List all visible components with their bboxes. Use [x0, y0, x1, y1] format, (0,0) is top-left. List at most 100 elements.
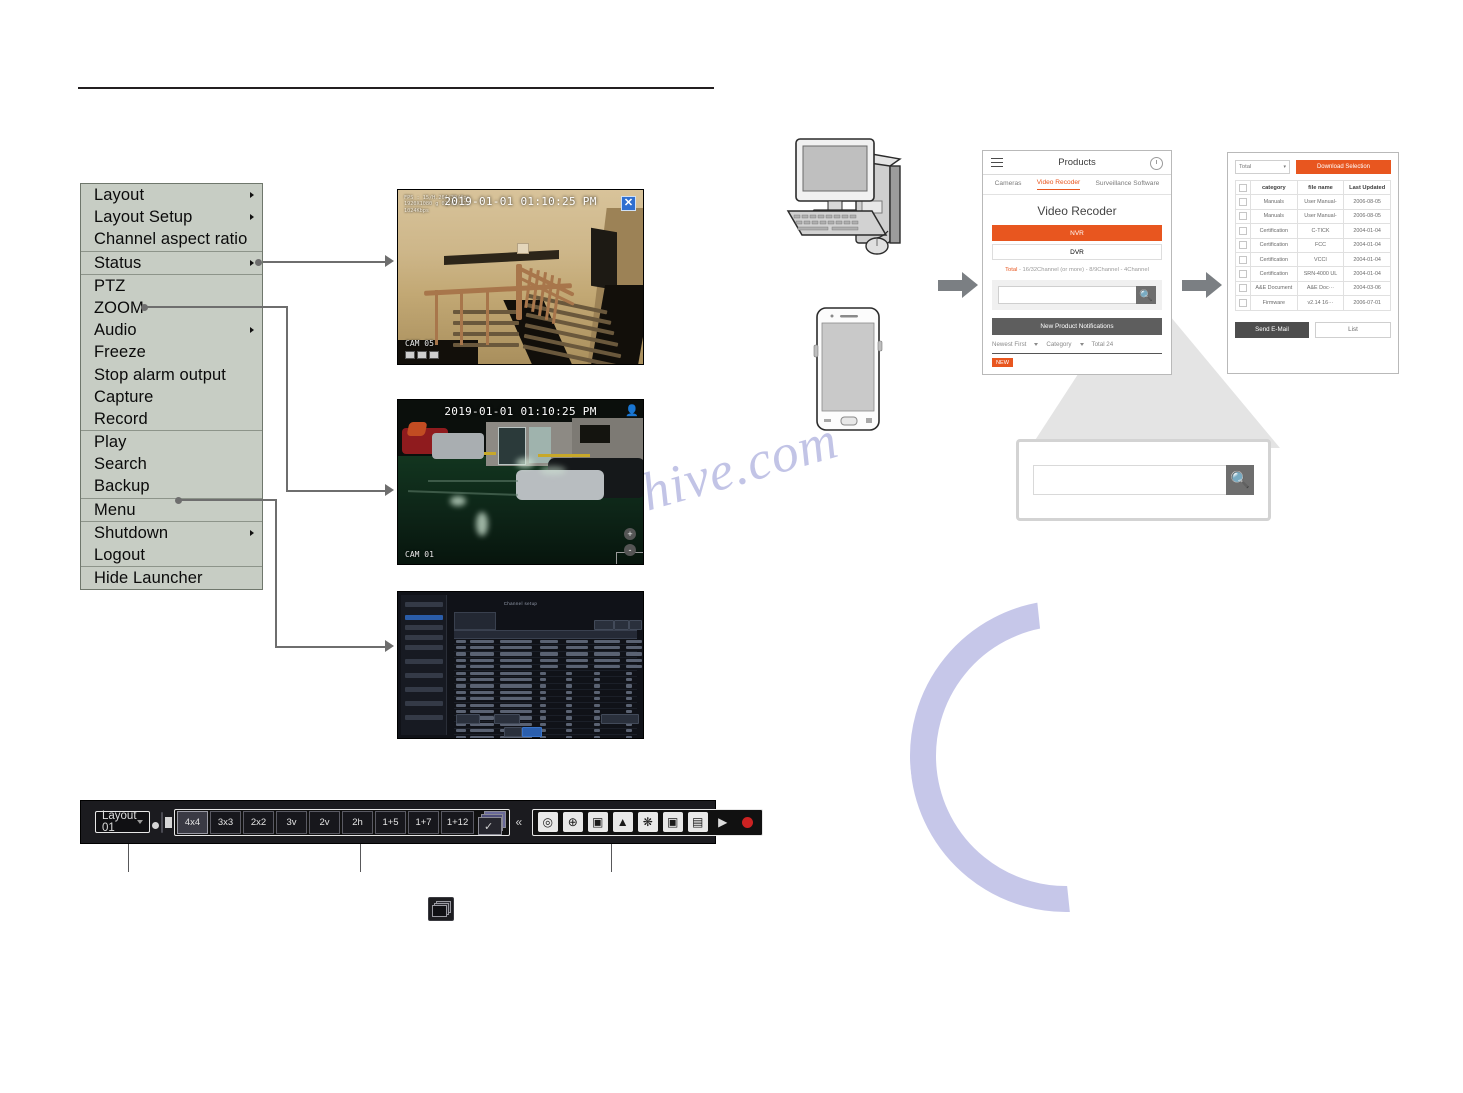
- context-menu-item-search[interactable]: Search: [81, 453, 262, 475]
- context-menu-item-capture[interactable]: Capture: [81, 386, 262, 408]
- web-page-tabs[interactable]: Cameras Video Recoder Surveillance Softwar…: [983, 175, 1171, 195]
- split-button-1plus12[interactable]: 1+12: [441, 810, 475, 834]
- web-tab-video-recoder[interactable]: Video Recoder: [1036, 179, 1081, 190]
- zoom-out-button[interactable]: -: [624, 544, 636, 556]
- context-menu-item-shutdown[interactable]: Shutdown: [81, 520, 262, 544]
- setup-ok-button[interactable]: [522, 727, 542, 737]
- split-button-4x4[interactable]: 4x4: [177, 810, 209, 834]
- filter-options[interactable]: - 16/32Channel (or more) - 8/9Channel - …: [1019, 267, 1149, 273]
- row-checkbox-cell[interactable]: [1235, 237, 1251, 253]
- layout-select[interactable]: Layout 01: [95, 810, 150, 834]
- sort-category[interactable]: Category: [1046, 341, 1071, 348]
- row-checkbox[interactable]: [1239, 270, 1247, 279]
- sort-newest[interactable]: Newest First: [992, 341, 1026, 348]
- zoom-icon[interactable]: ⊕: [562, 812, 583, 832]
- context-menu-item-zoom[interactable]: ZOOM: [81, 297, 262, 319]
- layout-setup-icon[interactable]: [152, 811, 172, 833]
- split-button-2x2[interactable]: 2x2: [243, 810, 275, 834]
- table-row[interactable]: Firmware v2.14 16··· 2006-07-01: [1235, 295, 1391, 311]
- download-selection-button[interactable]: Download Selection: [1296, 160, 1391, 174]
- product-web-page[interactable]: Products Cameras Video Recoder Surveillanc…: [982, 150, 1172, 375]
- table-row[interactable]: Certification C-TICK 2004-01-04: [1235, 223, 1391, 239]
- table-row[interactable]: A&E Document A&E Doc··· 2004-03-06: [1235, 280, 1391, 297]
- search-icon[interactable]: 🔍: [1226, 465, 1254, 495]
- split-button-2h[interactable]: 2h: [342, 810, 374, 834]
- row-checkbox[interactable]: [1239, 226, 1247, 235]
- select-all-checkbox[interactable]: [1239, 183, 1247, 192]
- sort-controls[interactable]: Newest First Category Total 24: [992, 341, 1162, 348]
- history-clock-icon[interactable]: [1150, 157, 1163, 170]
- context-menu-item-layout[interactable]: Layout: [81, 184, 262, 206]
- web-tab-surveillance-software[interactable]: Surveillance Software: [1096, 180, 1160, 190]
- split-button-1plus5[interactable]: 1+5: [375, 810, 407, 834]
- row-checkbox-cell[interactable]: [1235, 266, 1251, 282]
- context-menu-item-ptz[interactable]: PTZ: [81, 273, 262, 297]
- split-button-1plus7[interactable]: 1+7: [408, 810, 440, 834]
- context-menu-item-record[interactable]: Record: [81, 408, 262, 430]
- row-checkbox[interactable]: [1239, 198, 1247, 207]
- context-menu-item-stop-alarm-output[interactable]: Stop alarm output: [81, 364, 262, 386]
- table-row[interactable]: Manuals User Manual- 2006-08-05: [1235, 194, 1391, 210]
- table-row[interactable]: Certification FCC 2004-01-04: [1235, 237, 1391, 253]
- row-checkbox[interactable]: [1239, 241, 1247, 250]
- option-nvr[interactable]: NVR: [992, 225, 1162, 241]
- context-menu-item-channel-aspect-ratio[interactable]: Channel aspect ratio: [81, 228, 262, 250]
- context-menu-item-audio[interactable]: Audio: [81, 319, 262, 341]
- row-checkbox[interactable]: [1239, 284, 1247, 293]
- row-checkbox[interactable]: [1239, 255, 1247, 264]
- freeze-icon[interactable]: ❋: [637, 812, 658, 832]
- search-icon[interactable]: 🔍: [1136, 286, 1156, 304]
- table-row[interactable]: Certification SRN-4000 UL 2004-01-04: [1235, 266, 1391, 282]
- display-icon[interactable]: ▤: [687, 812, 708, 832]
- search-input-magnified[interactable]: [1033, 465, 1226, 495]
- layout-stack-icon[interactable]: [428, 897, 454, 921]
- setup-footer-button[interactable]: [494, 714, 520, 724]
- product-list-row[interactable]: NEW: [992, 353, 1162, 368]
- row-checkbox-cell[interactable]: [1235, 280, 1251, 297]
- table-row[interactable]: Manuals User Manual- 2006-08-05: [1235, 208, 1391, 225]
- setup-cancel-button[interactable]: [504, 727, 522, 737]
- row-checkbox[interactable]: [1239, 212, 1247, 221]
- live-launcher-context-menu[interactable]: Layout Layout Setup Channel aspect ratio St…: [80, 183, 263, 591]
- filter-total[interactable]: Total: [1005, 267, 1017, 273]
- record-icon[interactable]: [738, 812, 758, 832]
- row-checkbox-cell[interactable]: [1235, 223, 1251, 239]
- context-menu-item-hide-launcher[interactable]: Hide Launcher: [81, 566, 262, 589]
- context-menu-item-backup[interactable]: Backup: [81, 475, 262, 497]
- live-view-stairwell[interactable]: FPS : 15/H.264/30/fps 1920X1080 g 01/01/…: [397, 189, 644, 365]
- row-checkbox-cell[interactable]: [1235, 208, 1251, 225]
- search-input[interactable]: [998, 286, 1136, 304]
- layout-stack-icon[interactable]: ✓: [478, 810, 507, 835]
- collapse-icon[interactable]: «: [516, 815, 523, 829]
- context-menu-item-menu[interactable]: Menu: [81, 497, 262, 521]
- setup-toolbar-button[interactable]: [629, 620, 642, 630]
- table-row[interactable]: Certification VCCI 2004-01-04: [1235, 251, 1391, 268]
- live-launcher-bar[interactable]: Layout 01 4x4 3x3 2x2 3v 2v 2h 1+5 1+7 1+12 ✓ « ◎…: [80, 800, 764, 844]
- hamburger-menu-icon[interactable]: [991, 158, 1003, 167]
- setup-footer-button[interactable]: [456, 714, 480, 724]
- context-menu-item-freeze[interactable]: Freeze: [81, 341, 262, 363]
- row-checkbox-cell[interactable]: [1235, 251, 1251, 268]
- launcher-tool-group[interactable]: ◎ ⊕ ▣ ▲ ❋ ▣ ▤ ▶: [532, 808, 764, 836]
- row-checkbox[interactable]: [1239, 298, 1247, 307]
- split-mode-group[interactable]: 4x4 3x3 2x2 3v 2v 2h 1+5 1+7 1+12 ✓: [173, 808, 510, 836]
- split-button-3x3[interactable]: 3x3: [210, 810, 242, 834]
- ptz-icon[interactable]: ◎: [537, 812, 558, 832]
- alarm-icon[interactable]: ▲: [612, 812, 633, 832]
- new-product-notifications-bar[interactable]: New Product Notifications: [992, 318, 1162, 335]
- setup-menu-screenshot[interactable]: Channel setup: [397, 591, 644, 739]
- magnified-search-callout[interactable]: 🔍: [1016, 439, 1271, 521]
- category-filter-select[interactable]: Total ▾: [1235, 160, 1290, 174]
- context-menu-item-status[interactable]: Status: [81, 250, 262, 274]
- list-button[interactable]: List: [1315, 321, 1391, 338]
- setup-toolbar-button[interactable]: [594, 620, 614, 630]
- live-view-parking[interactable]: + - 2019-01-01 01:10:25 PM 👤 CAM 01: [397, 399, 644, 565]
- zoom-in-button[interactable]: +: [624, 528, 636, 540]
- option-dvr[interactable]: DVR: [992, 244, 1162, 260]
- setup-footer-button[interactable]: [601, 714, 639, 724]
- setup-tab[interactable]: [454, 612, 496, 630]
- download-table-panel[interactable]: Total ▾ Download Selection category file …: [1227, 152, 1399, 374]
- row-checkbox-cell[interactable]: [1235, 295, 1251, 311]
- context-menu-item-layout-setup[interactable]: Layout Setup: [81, 206, 262, 228]
- play-icon[interactable]: ▶: [713, 812, 733, 832]
